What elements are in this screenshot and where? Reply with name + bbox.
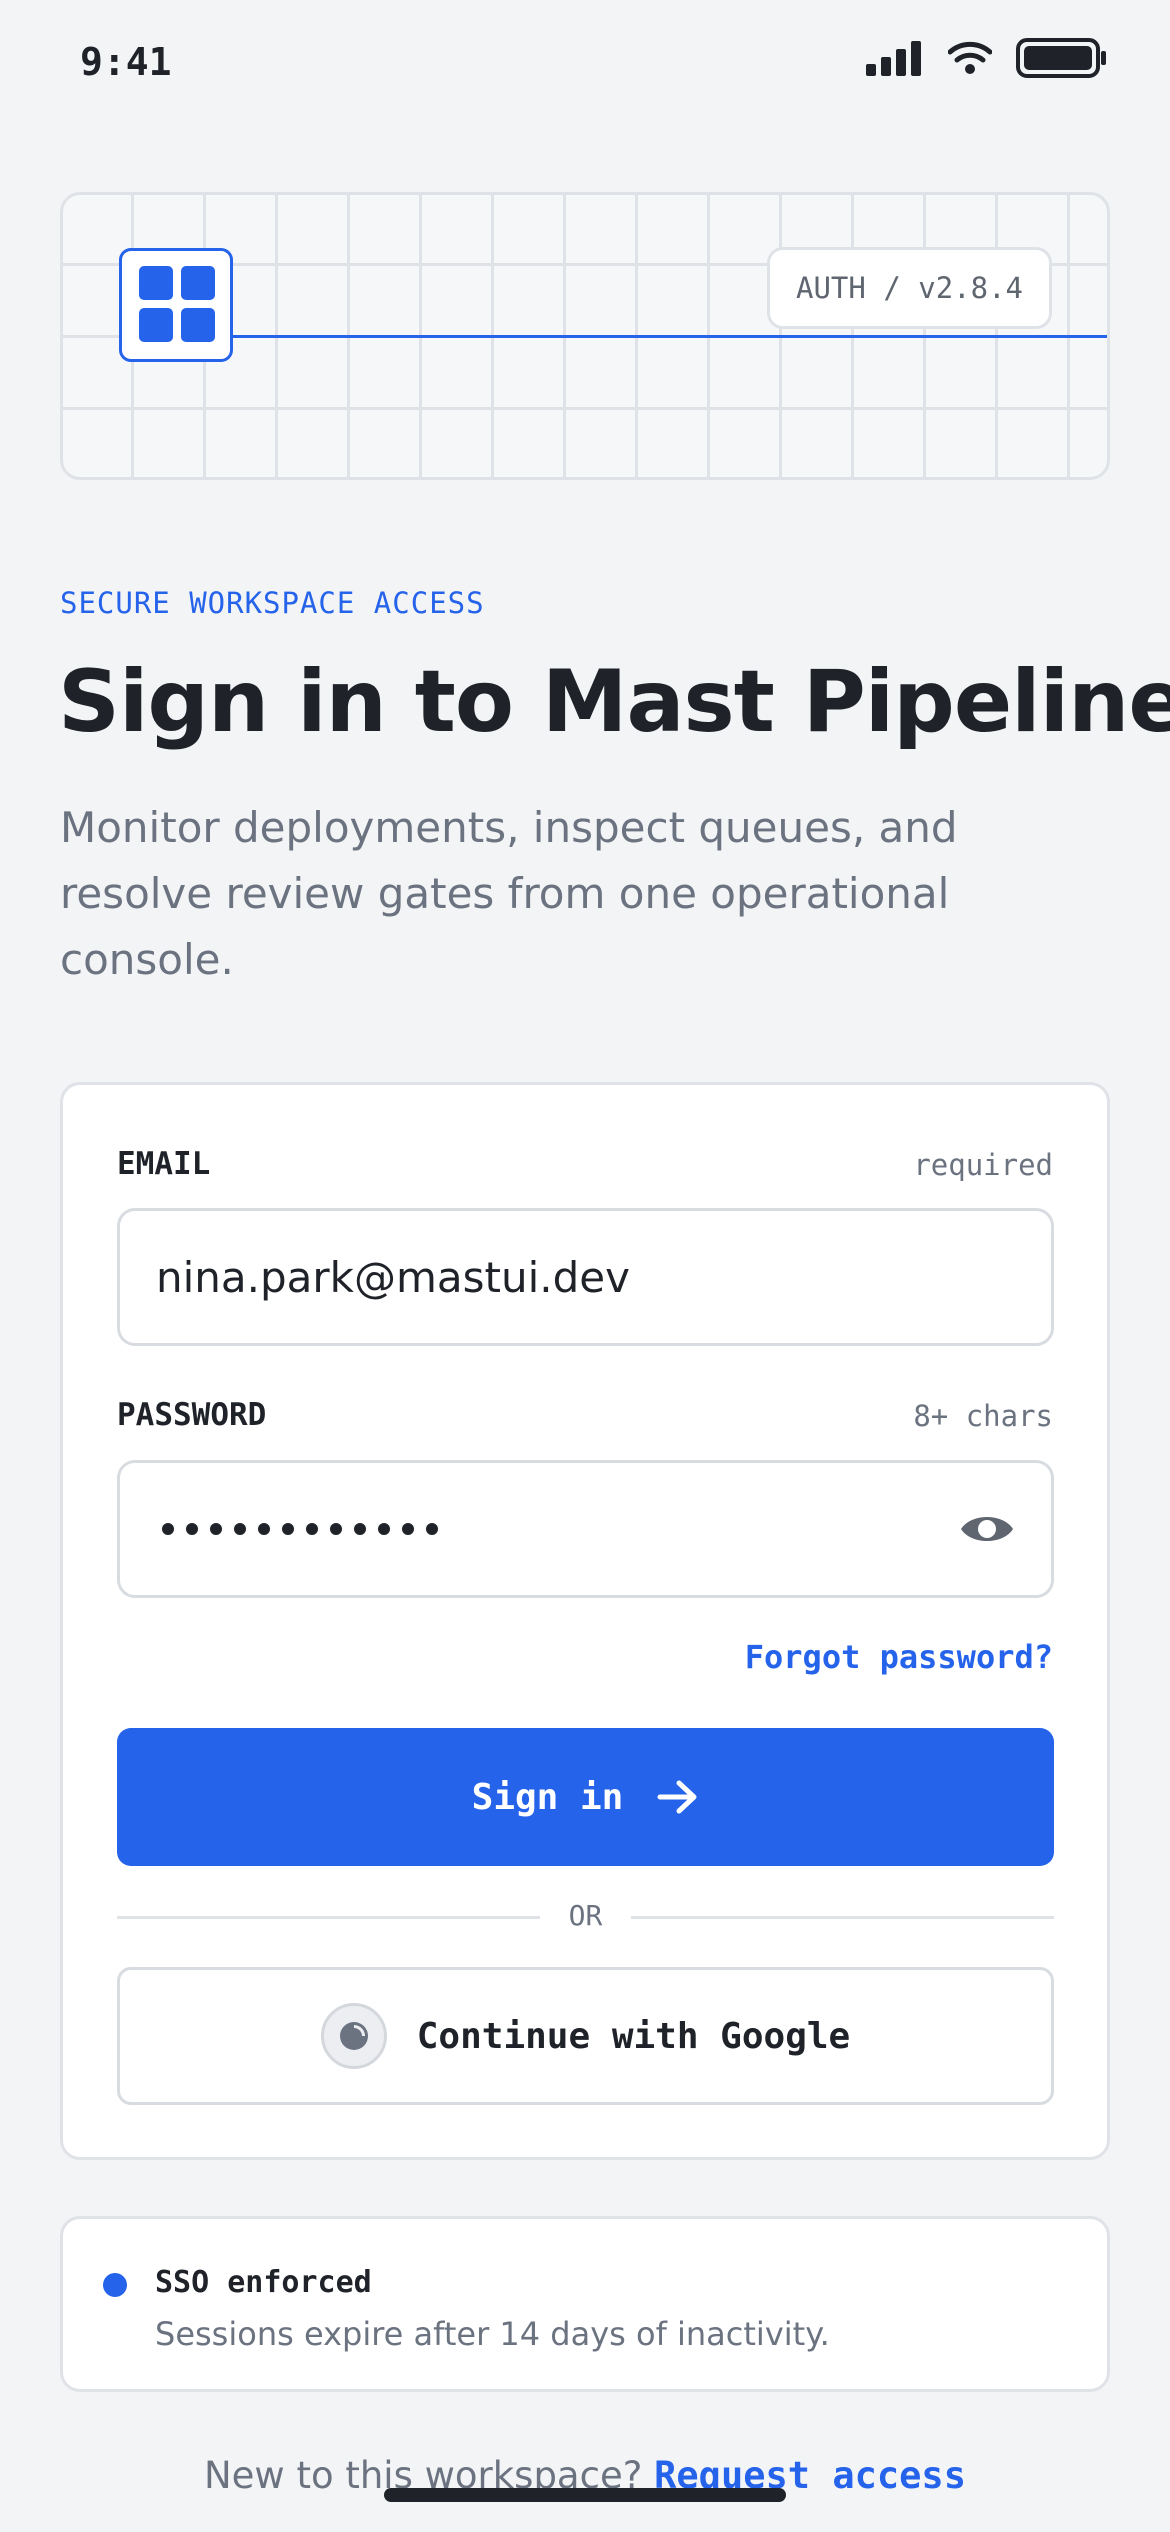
home-indicator xyxy=(384,2488,786,2502)
email-input[interactable] xyxy=(156,1211,976,1343)
password-mask-dot xyxy=(282,1523,294,1535)
banner-divider-line xyxy=(228,335,1107,338)
sso-notice-title: SSO enforced xyxy=(155,2265,372,2300)
password-length-hint: 8+ chars xyxy=(913,1399,1053,1433)
grid-logo-icon xyxy=(119,248,233,362)
password-mask-dot xyxy=(354,1523,366,1535)
password-mask-dot xyxy=(330,1523,342,1535)
or-divider: OR xyxy=(117,1896,1054,1936)
password-mask-dot xyxy=(378,1523,390,1535)
google-button-label: Continue with Google xyxy=(416,2015,851,2057)
wifi-icon xyxy=(948,41,992,74)
page-subtitle: Monitor deployments, inspect queues, and… xyxy=(60,803,958,984)
password-mask-dot xyxy=(162,1523,174,1535)
sso-notice-card: SSO enforced Sessions expire after 14 da… xyxy=(60,2216,1110,2392)
sso-notice-description: Sessions expire after 14 days of inactiv… xyxy=(155,2315,830,2353)
email-field[interactable] xyxy=(117,1208,1054,1346)
password-mask-dot xyxy=(402,1523,414,1535)
eyebrow-label: SECURE WORKSPACE ACCESS xyxy=(60,586,485,620)
google-sign-in-button[interactable]: Continue with Google xyxy=(117,1967,1054,2105)
page-title: Sign in to Mast Pipeline xyxy=(58,652,1170,752)
password-field[interactable] xyxy=(117,1460,1054,1598)
status-time: 9:41 xyxy=(80,40,172,84)
version-badge: AUTH / v2.8.4 xyxy=(767,247,1052,329)
status-bar: 9:41 xyxy=(0,0,1170,130)
email-required-hint: required xyxy=(913,1148,1053,1182)
eye-icon[interactable] xyxy=(959,1507,1015,1551)
password-label: PASSWORD xyxy=(117,1397,267,1433)
header-banner: AUTH / v2.8.4 xyxy=(60,192,1110,480)
forgot-password-link[interactable]: Forgot password? xyxy=(745,1638,1053,1676)
password-mask-dot xyxy=(210,1523,222,1535)
password-mask-dot xyxy=(186,1523,198,1535)
battery-icon xyxy=(1016,38,1106,78)
sign-in-button[interactable]: Sign in xyxy=(117,1728,1054,1866)
divider-label: OR xyxy=(568,1899,603,1932)
password-mask-dot xyxy=(306,1523,318,1535)
password-mask-dot xyxy=(258,1523,270,1535)
arrow-right-icon xyxy=(657,1780,697,1814)
signal-icon xyxy=(866,41,921,76)
google-icon xyxy=(320,2003,387,2069)
password-masked-value[interactable] xyxy=(162,1463,438,1595)
status-icons xyxy=(866,38,1108,78)
status-dot-icon xyxy=(103,2273,127,2297)
password-mask-dot xyxy=(426,1523,438,1535)
password-mask-dot xyxy=(234,1523,246,1535)
email-label: EMAIL xyxy=(117,1146,211,1182)
sign-in-button-label: Sign in xyxy=(471,1776,624,1818)
